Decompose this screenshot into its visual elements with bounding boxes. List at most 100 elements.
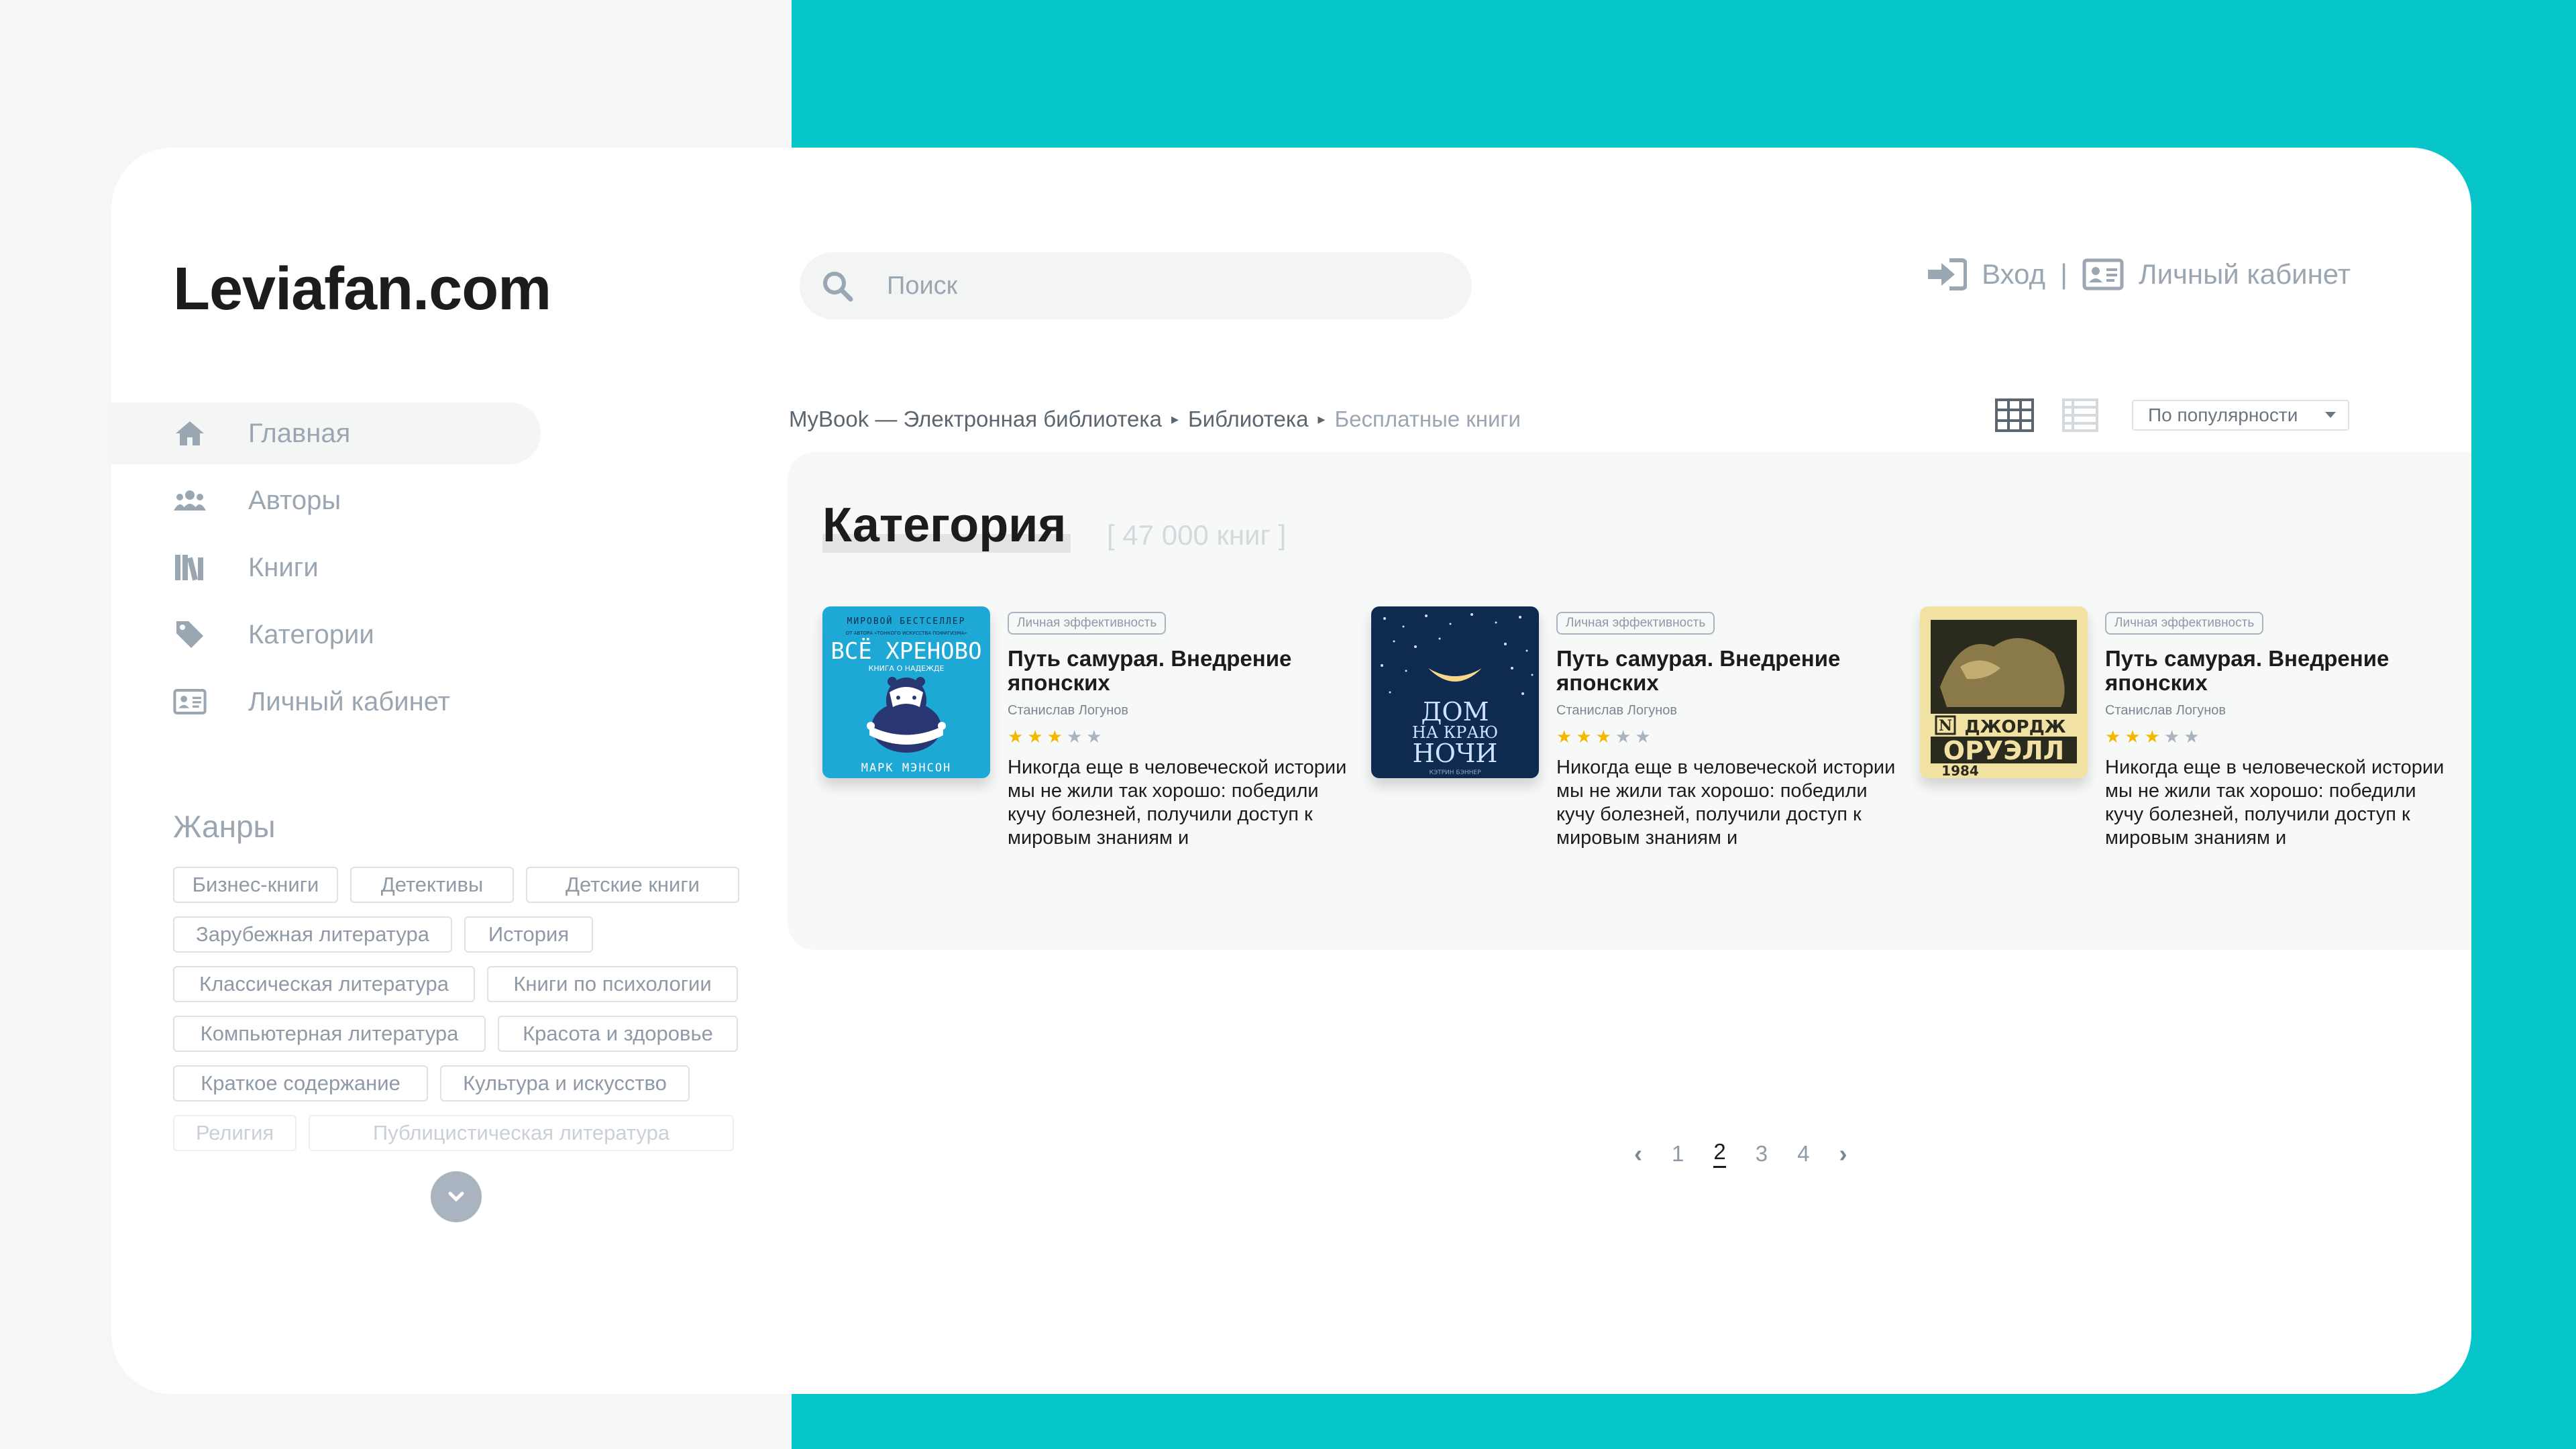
account-link[interactable]: Личный кабинет — [2082, 258, 2351, 290]
breadcrumb-item[interactable]: MyBook — Электронная библиотека — [789, 407, 1162, 432]
sidebar-item-home[interactable]: Главная — [111, 402, 541, 464]
genre-tag[interactable]: Краткое содержание — [173, 1065, 428, 1102]
login-link[interactable]: Вход — [1928, 258, 2045, 291]
tag-icon — [173, 618, 207, 651]
star-filled-icon: ★ — [2125, 727, 2141, 747]
star-empty-icon: ★ — [1086, 727, 1102, 747]
book-cover[interactable]: ДОМ НА КРАЮ НОЧИ КЭТРИН БЭННЕР — [1371, 606, 1539, 778]
category-badge[interactable]: Личная эффективность — [2105, 612, 2264, 635]
genres-expand-button[interactable] — [431, 1171, 482, 1222]
rating-stars: ★ ★ ★ ★ ★ — [1008, 728, 1356, 745]
page-link[interactable]: 1 — [1672, 1141, 1684, 1167]
list-view-icon — [2062, 398, 2098, 432]
sort-select[interactable]: По популярности — [2132, 400, 2349, 431]
genre-tag[interactable]: Бизнес-книги — [173, 867, 338, 903]
grid-view-button[interactable] — [1995, 398, 2034, 435]
category-badge[interactable]: Личная эффективность — [1008, 612, 1167, 635]
login-label: Вход — [1982, 258, 2046, 290]
search-input[interactable] — [887, 252, 1437, 319]
star-filled-icon: ★ — [2144, 727, 2160, 747]
star-empty-icon: ★ — [2163, 727, 2180, 747]
book-author[interactable]: Станислав Логунов — [2105, 703, 2454, 718]
publisher-logo: N — [1939, 717, 1952, 735]
genre-tag[interactable]: Детские книги — [526, 867, 739, 903]
book-description: Никогда еще в человеческой истории мы не… — [2105, 757, 2445, 849]
genres-tag-list: Бизнес-книги Детективы Детские книги Зар… — [173, 867, 741, 1151]
page-title: Категория — [822, 498, 1067, 552]
book-info: Личная эффективность Путь самурая. Внедр… — [1008, 612, 1356, 850]
genre-tag[interactable]: Культура и искусство — [440, 1065, 690, 1102]
cover-subtitle: КНИГА О НАДЕЖДЕ — [869, 664, 945, 673]
search-icon — [823, 272, 853, 302]
book-card: N ДЖОРДЖ ОРУЭЛЛ 1984 Личная эффективност… — [1920, 606, 2457, 849]
catalog-panel: Категория [ 47 000 книг ] МИРОВОЙ БЕСТСЕ… — [788, 452, 2471, 950]
users-icon — [173, 484, 207, 517]
category-badge[interactable]: Личная эффективность — [1556, 612, 1715, 635]
next-page-icon[interactable]: › — [1839, 1140, 1847, 1168]
genre-tag[interactable]: Публицистическая литература — [309, 1115, 734, 1151]
genre-tag[interactable]: Книги по психологии — [487, 966, 738, 1002]
cover-title-line: ДОМ — [1421, 697, 1489, 727]
genres-title: Жанры — [173, 809, 276, 844]
star-empty-icon: ★ — [2184, 727, 2200, 747]
book-cover[interactable]: МИРОВОЙ БЕСТСЕЛЛЕР ОТ АВТОРА «ТОНКОГО ИС… — [822, 606, 990, 778]
page-link-current[interactable]: 2 — [1713, 1139, 1726, 1168]
star-filled-icon: ★ — [1595, 727, 1611, 747]
sidebar-item-books[interactable]: Книги — [111, 537, 541, 598]
sidebar-item-label: Главная — [248, 418, 351, 448]
genre-tag[interactable]: Зарубежная литература — [173, 916, 452, 953]
cover-title-line: НОЧИ — [1413, 739, 1498, 768]
sidebar-item-categories[interactable]: Категории — [111, 604, 541, 665]
book-title[interactable]: Путь самурая. Внедрение японских — [1556, 647, 1905, 695]
breadcrumb-current: Бесплатные книги — [1334, 407, 1521, 431]
page-link[interactable]: 4 — [1797, 1141, 1809, 1167]
star-empty-icon: ★ — [1066, 727, 1083, 747]
chevron-down-icon — [448, 1191, 464, 1202]
book-cover[interactable]: N ДЖОРДЖ ОРУЭЛЛ 1984 — [1920, 606, 2088, 778]
main-window: Leviafan.com Вход | Личный ка — [111, 148, 2471, 1394]
sidebar-item-account[interactable]: Личный кабинет — [111, 671, 541, 733]
prev-page-icon[interactable]: ‹ — [1634, 1140, 1642, 1168]
book-description: Никогда еще в человеческой истории мы не… — [1008, 757, 1347, 849]
caret-down-icon — [2325, 412, 2336, 418]
breadcrumb-separator-icon: ▸ — [1318, 411, 1326, 427]
book-author[interactable]: Станислав Логунов — [1008, 703, 1356, 718]
star-filled-icon: ★ — [1008, 727, 1024, 747]
grid-view-icon — [1995, 398, 2034, 432]
genre-tag[interactable]: Религия — [173, 1115, 297, 1151]
book-title[interactable]: Путь самурая. Внедрение японских — [2105, 647, 2454, 695]
sidebar-item-authors[interactable]: Авторы — [111, 470, 541, 531]
genre-tag[interactable]: Красота и здоровье — [498, 1016, 738, 1052]
search-bar[interactable] — [800, 252, 1472, 319]
cover-title: ВСЁ ХРЕНОВО — [830, 638, 981, 665]
book-count: [ 47 000 книг ] — [1107, 519, 1287, 551]
page-link[interactable]: 3 — [1756, 1141, 1768, 1167]
book-info: Личная эффективность Путь самурая. Внедр… — [2105, 612, 2454, 850]
list-view-button[interactable] — [2062, 398, 2098, 435]
id-card-icon — [173, 685, 207, 718]
cover-author: МАРК МЭНСОН — [861, 761, 952, 775]
book-info: Личная эффективность Путь самурая. Внедр… — [1556, 612, 1905, 850]
account-label: Личный кабинет — [2139, 258, 2351, 290]
book-title[interactable]: Путь самурая. Внедрение японских — [1008, 647, 1356, 695]
home-icon — [173, 417, 207, 450]
star-empty-icon: ★ — [1635, 727, 1651, 747]
rating-stars: ★ ★ ★ ★ ★ — [2105, 728, 2454, 745]
pagination: ‹ 1 2 3 4 › — [1634, 1139, 1847, 1168]
genre-tag[interactable]: Классическая литература — [173, 966, 475, 1002]
star-filled-icon: ★ — [1027, 727, 1043, 747]
id-card-icon — [2082, 258, 2124, 290]
sort-selected-label: По популярности — [2148, 405, 2298, 425]
sidebar-item-label: Авторы — [248, 485, 341, 515]
genre-tag[interactable]: Детективы — [350, 867, 514, 903]
breadcrumb-item[interactable]: Библиотека — [1188, 407, 1308, 432]
genre-tag[interactable]: История — [464, 916, 593, 953]
star-empty-icon: ★ — [1615, 727, 1631, 747]
star-filled-icon: ★ — [2105, 727, 2121, 747]
genre-tag[interactable]: Компьютерная литература — [173, 1016, 486, 1052]
site-logo[interactable]: Leviafan.com — [173, 255, 551, 324]
cover-author-last: ОРУЭЛЛ — [1943, 736, 2064, 765]
header-account-links: Вход | Личный кабинет — [1928, 258, 2351, 291]
book-author[interactable]: Станислав Логунов — [1556, 703, 1905, 718]
sidebar-nav: Главная Авторы Книги Категории Личный ка… — [111, 402, 541, 738]
